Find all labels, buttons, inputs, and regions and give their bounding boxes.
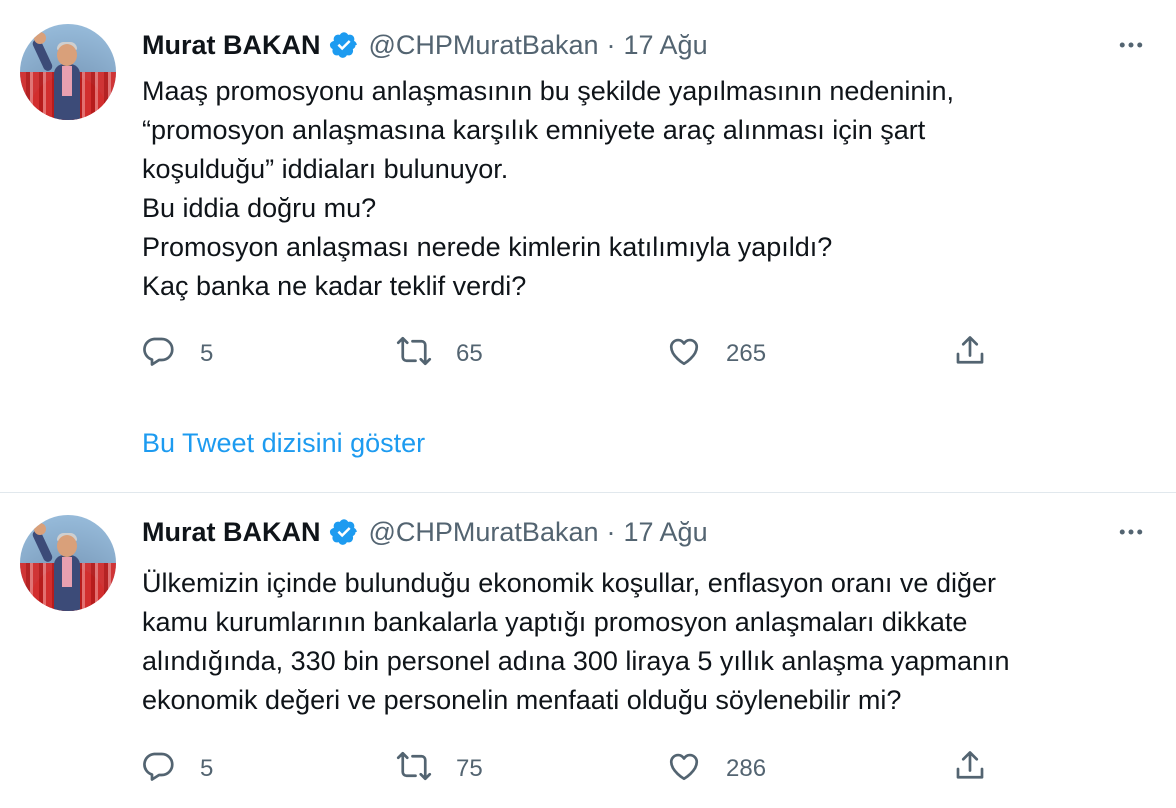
share-icon [952, 333, 988, 376]
tweet-text-line: Kaç banka ne kadar teklif verdi? [142, 271, 527, 301]
retweet-button[interactable]: 65 [396, 334, 483, 374]
retweet-count: 75 [456, 755, 483, 782]
header-separator: · [606, 29, 616, 60]
author-handle[interactable]: @CHPMuratBakan [369, 517, 599, 548]
tweet-date[interactable]: 17 Ağu [624, 517, 708, 548]
like-count: 286 [726, 755, 767, 782]
reply-icon [140, 748, 176, 791]
retweet-button[interactable]: 75 [396, 749, 483, 789]
more-dots-icon[interactable] [1114, 28, 1148, 62]
tweet-text-line: “promosyon anlaşmasına karşılık emniyete… [142, 115, 926, 145]
avatar[interactable] [20, 515, 116, 611]
reply-button[interactable]: 5 [140, 749, 213, 789]
share-icon [952, 748, 988, 791]
like-button[interactable]: 286 [666, 749, 766, 789]
tweet[interactable]: Murat BAKAN @CHPMuratBakan · 17 Ağu Maaş… [0, 0, 1176, 492]
tweet-date[interactable]: 17 Ağu [624, 30, 708, 61]
author-name[interactable]: Murat BAKAN [142, 517, 321, 548]
tweet-text-line: alındığında, 330 bin personel adına 300 … [142, 646, 1010, 676]
tweet-header: Murat BAKAN @CHPMuratBakan · 17 Ağu [142, 515, 708, 549]
tweet-text-line: koşulduğu” iddiaları bulunuyor. [142, 154, 509, 184]
verified-badge-icon [329, 517, 359, 547]
tweet-text-line: kamu kurumlarının bankalarla yaptığı pro… [142, 607, 968, 637]
like-button[interactable]: 265 [666, 334, 766, 374]
tweet-text-line: ekonomik değeri ve personelin menfaati o… [142, 685, 902, 715]
heart-icon [666, 748, 702, 791]
share-button[interactable] [952, 749, 988, 789]
retweet-count: 65 [456, 340, 483, 367]
tweet-text: Ülkemizin içinde bulunduğu ekonomik koşu… [142, 564, 1142, 720]
more-dots-icon[interactable] [1114, 515, 1148, 549]
reply-count: 5 [200, 755, 214, 782]
tweet[interactable]: Murat BAKAN @CHPMuratBakan · 17 Ağu Ülke… [0, 492, 1176, 808]
tweet-text: Maaş promosyonu anlaşmasının bu şekilde … [142, 72, 1142, 306]
retweet-icon [396, 748, 432, 791]
heart-icon [666, 333, 702, 376]
reply-button[interactable]: 5 [140, 334, 213, 374]
header-separator: · [606, 516, 616, 547]
tweet-text-line: Bu iddia doğru mu? [142, 193, 377, 223]
author-handle[interactable]: @CHPMuratBakan [369, 30, 599, 61]
tweet-actions: 5 75 286 [140, 749, 1000, 789]
avatar[interactable] [20, 24, 116, 120]
share-button[interactable] [952, 334, 988, 374]
verified-badge-icon [329, 30, 359, 60]
tweet-text-line: Ülkemizin içinde bulunduğu ekonomik koşu… [142, 568, 996, 598]
like-count: 265 [726, 340, 767, 367]
show-thread-link[interactable]: Bu Tweet dizisini göster [142, 428, 425, 459]
tweet-actions: 5 65 265 [140, 334, 1000, 374]
tweet-header: Murat BAKAN @CHPMuratBakan · 17 Ağu [142, 28, 708, 62]
retweet-icon [396, 333, 432, 376]
author-name[interactable]: Murat BAKAN [142, 30, 321, 61]
reply-count: 5 [200, 340, 214, 367]
tweet-text-line: Promosyon anlaşması nerede kimlerin katı… [142, 232, 833, 262]
tweet-text-line: Maaş promosyonu anlaşmasının bu şekilde … [142, 76, 954, 106]
reply-icon [140, 333, 176, 376]
